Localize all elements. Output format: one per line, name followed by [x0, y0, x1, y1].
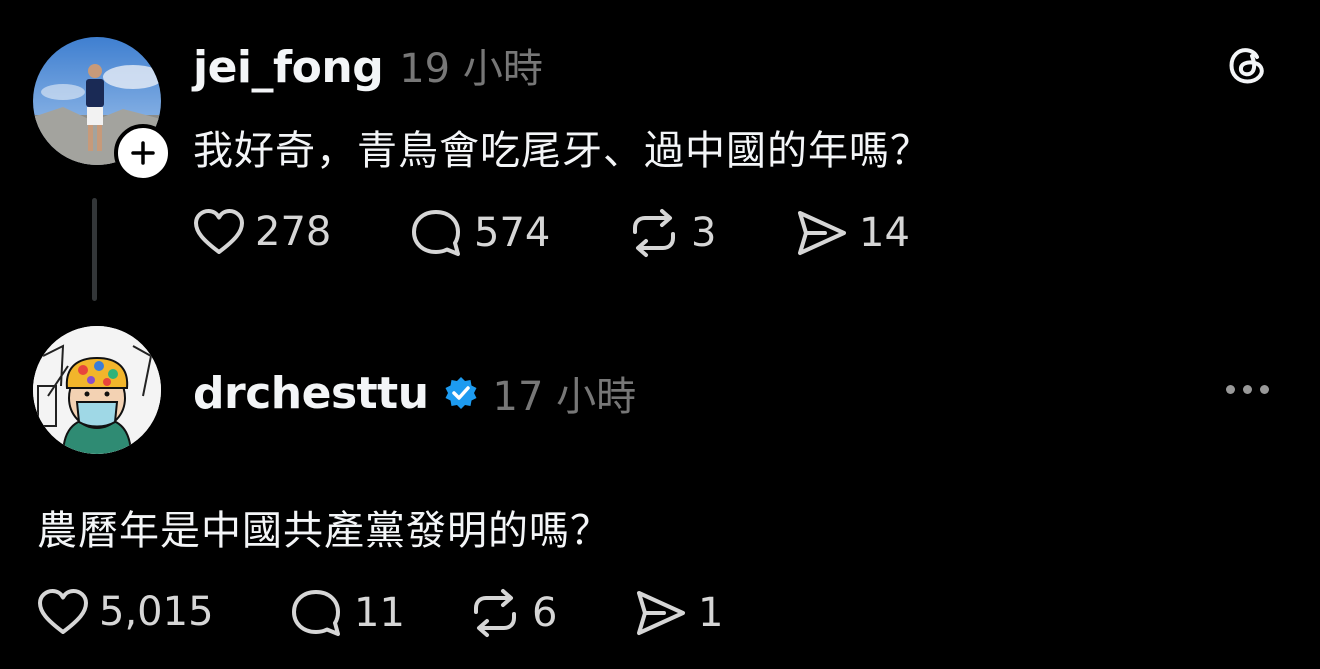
more-options-icon[interactable] — [1226, 385, 1269, 394]
repost-icon — [474, 589, 516, 637]
username[interactable]: drchesttu — [193, 368, 429, 419]
comment-icon — [412, 210, 460, 256]
post-text: 農曆年是中國共產黨發明的嗎？ — [37, 508, 611, 554]
verified-badge-icon — [445, 377, 477, 409]
plus-icon — [131, 141, 155, 165]
share-button[interactable]: 1 — [634, 588, 723, 638]
repost-icon — [633, 209, 675, 257]
like-count: 5,015 — [99, 589, 214, 635]
reply-button[interactable]: 11 — [290, 588, 405, 638]
share-count: 1 — [698, 590, 724, 636]
avatar-illustration — [33, 326, 161, 454]
follow-button[interactable] — [114, 124, 172, 182]
timestamp: 17 小時 — [492, 374, 637, 420]
avatar[interactable] — [33, 326, 161, 454]
thread-connector-line — [92, 198, 97, 301]
share-count: 14 — [859, 210, 910, 256]
repost-button[interactable]: 3 — [627, 208, 716, 258]
username[interactable]: jei_fong — [193, 42, 384, 93]
timestamp: 19 小時 — [399, 46, 543, 92]
like-button[interactable]: 278 — [193, 208, 331, 256]
share-button[interactable]: 14 — [795, 208, 910, 258]
repost-button[interactable]: 6 — [468, 588, 557, 638]
reply-count: 11 — [354, 590, 405, 636]
heart-icon — [194, 209, 244, 254]
reply-count: 574 — [474, 210, 551, 256]
repost-count: 6 — [532, 590, 558, 636]
reply-button[interactable]: 574 — [410, 208, 550, 258]
post-text: 我好奇，青鳥會吃尾牙、過中國的年嗎？ — [193, 128, 931, 174]
comment-icon — [292, 590, 340, 636]
repost-count: 3 — [691, 210, 717, 256]
share-icon — [637, 591, 685, 635]
like-count: 278 — [255, 209, 332, 255]
heart-icon — [38, 589, 88, 634]
share-icon — [798, 211, 846, 255]
threads-logo-icon[interactable] — [1222, 40, 1272, 94]
like-button[interactable]: 5,015 — [37, 588, 214, 636]
